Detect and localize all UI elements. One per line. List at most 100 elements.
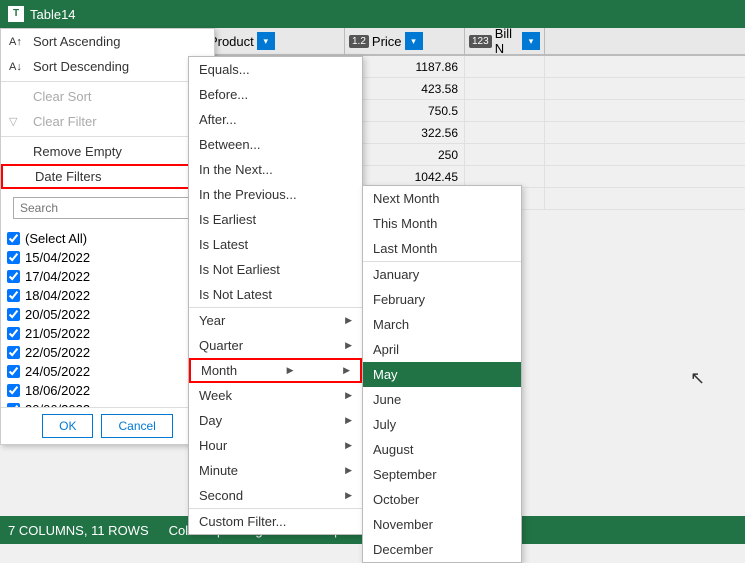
month-may-label: May xyxy=(373,367,398,382)
filter-week-label: Week xyxy=(199,388,232,403)
sort-ascending-label: Sort Ascending xyxy=(33,34,120,49)
checkbox-input[interactable] xyxy=(7,327,20,340)
month-april-label: April xyxy=(373,342,399,357)
filter-month-label: Month xyxy=(201,363,237,378)
checkbox-label: 18/04/2022 xyxy=(25,288,90,303)
month-june-label: June xyxy=(373,392,401,407)
checkbox-item[interactable]: 17/04/2022 xyxy=(7,267,208,286)
col-header-price[interactable]: 1.2 Price ▾ xyxy=(345,28,465,54)
month-next[interactable]: Next Month xyxy=(363,186,521,211)
checkbox-select-all-input[interactable] xyxy=(7,232,20,245)
month-august[interactable]: August xyxy=(363,437,521,462)
checkbox-item[interactable]: 22/05/2022 xyxy=(7,343,208,362)
month-november-label: November xyxy=(373,517,433,532)
checkbox-item[interactable]: 18/06/2022 xyxy=(7,381,208,400)
filter-is-not-latest[interactable]: Is Not Latest xyxy=(189,282,362,307)
month-june[interactable]: June xyxy=(363,387,521,412)
remove-empty-item[interactable]: Remove Empty xyxy=(1,139,214,164)
filter-in-next-label: In the Next... xyxy=(199,162,273,177)
checkbox-item[interactable]: 21/05/2022 xyxy=(7,324,208,343)
month-this[interactable]: This Month xyxy=(363,211,521,236)
filter-equals[interactable]: Equals... xyxy=(189,57,362,82)
filter-custom-label: Custom Filter... xyxy=(199,514,286,529)
filter-day[interactable]: Day xyxy=(189,408,362,433)
filter-menu: Equals... Before... After... Between... … xyxy=(188,56,363,535)
checkbox-input[interactable] xyxy=(7,308,20,321)
billn-dropdown-btn[interactable]: ▾ xyxy=(522,32,540,50)
filter-month[interactable]: Month ▶ xyxy=(189,358,362,383)
filter-quarter-label: Quarter xyxy=(199,338,243,353)
filter-in-prev[interactable]: In the Previous... xyxy=(189,182,362,207)
title-bar: T Table14 xyxy=(0,0,745,28)
filter-equals-label: Equals... xyxy=(199,62,250,77)
price-col-icon: 1.2 xyxy=(349,35,369,48)
filter-hour-label: Hour xyxy=(199,438,227,453)
checkbox-item[interactable]: 20/05/2022 xyxy=(7,305,208,324)
filter-year[interactable]: Year xyxy=(189,308,362,333)
month-submenu: Next Month This Month Last Month January… xyxy=(362,185,522,563)
month-january-label: January xyxy=(373,267,419,282)
checkbox-label: 15/04/2022 xyxy=(25,250,90,265)
month-this-label: This Month xyxy=(373,216,437,231)
month-october[interactable]: October xyxy=(363,487,521,512)
product-dropdown-btn[interactable]: ▾ xyxy=(257,32,275,50)
filter-in-next[interactable]: In the Next... xyxy=(189,157,362,182)
month-july[interactable]: July xyxy=(363,412,521,437)
checkbox-input[interactable] xyxy=(7,346,20,359)
checkbox-item[interactable]: 20/06/2022 xyxy=(7,400,208,407)
filter-minute[interactable]: Minute xyxy=(189,458,362,483)
filter-is-latest-label: Is Latest xyxy=(199,237,248,252)
checkbox-input[interactable] xyxy=(7,384,20,397)
clear-filter-item: ▽ Clear Filter xyxy=(1,109,214,134)
filter-second-label: Second xyxy=(199,488,243,503)
month-february[interactable]: February xyxy=(363,287,521,312)
filter-before[interactable]: Before... xyxy=(189,82,362,107)
filter-custom[interactable]: Custom Filter... xyxy=(189,509,362,534)
left-panel-dropdown: A↑ Sort Ascending A↓ Sort Descending Cle… xyxy=(0,28,215,445)
checkbox-input[interactable] xyxy=(7,365,20,378)
checkbox-input[interactable] xyxy=(7,251,20,264)
filter-between-label: Between... xyxy=(199,137,260,152)
cancel-button[interactable]: Cancel xyxy=(101,414,172,438)
month-september[interactable]: September xyxy=(363,462,521,487)
checkbox-input[interactable] xyxy=(7,289,20,302)
filter-is-earliest-label: Is Earliest xyxy=(199,212,256,227)
month-april[interactable]: April xyxy=(363,337,521,362)
filter-hour[interactable]: Hour xyxy=(189,433,362,458)
ok-button[interactable]: OK xyxy=(42,414,93,438)
checkbox-item[interactable]: 18/04/2022 xyxy=(7,286,208,305)
checkbox-input[interactable] xyxy=(7,270,20,283)
filter-after-label: After... xyxy=(199,112,237,127)
checkbox-item[interactable]: 15/04/2022 xyxy=(7,248,208,267)
filter-second[interactable]: Second xyxy=(189,483,362,508)
filter-is-not-earliest[interactable]: Is Not Earliest xyxy=(189,257,362,282)
checkbox-item[interactable]: 24/05/2022 xyxy=(7,362,208,381)
month-may[interactable]: May xyxy=(363,362,521,387)
filter-is-not-earliest-label: Is Not Earliest xyxy=(199,262,280,277)
filter-is-latest[interactable]: Is Latest xyxy=(189,232,362,257)
month-last[interactable]: Last Month xyxy=(363,236,521,261)
filter-minute-label: Minute xyxy=(199,463,238,478)
month-december[interactable]: December xyxy=(363,537,521,562)
sort-ascending-item[interactable]: A↑ Sort Ascending xyxy=(1,29,214,54)
col-header-billn[interactable]: 123 Bill N ▾ xyxy=(465,28,545,54)
date-filters-item[interactable]: Date Filters ▶ xyxy=(1,164,214,189)
month-july-label: July xyxy=(373,417,396,432)
checkbox-input[interactable] xyxy=(7,403,20,407)
filter-between[interactable]: Between... xyxy=(189,132,362,157)
date-filters-label: Date Filters xyxy=(35,169,191,184)
filter-is-earliest[interactable]: Is Earliest xyxy=(189,207,362,232)
price-dropdown-btn[interactable]: ▾ xyxy=(405,32,423,50)
month-march-label: March xyxy=(373,317,409,332)
month-january[interactable]: January xyxy=(363,262,521,287)
sort-descending-item[interactable]: A↓ Sort Descending xyxy=(1,54,214,79)
filter-quarter[interactable]: Quarter xyxy=(189,333,362,358)
search-input[interactable] xyxy=(13,197,202,219)
checkbox-select-all[interactable]: (Select All) xyxy=(7,229,208,248)
checkbox-label: 21/05/2022 xyxy=(25,326,90,341)
month-november[interactable]: November xyxy=(363,512,521,537)
filter-after[interactable]: After... xyxy=(189,107,362,132)
month-march[interactable]: March xyxy=(363,312,521,337)
filter-before-label: Before... xyxy=(199,87,248,102)
filter-week[interactable]: Week xyxy=(189,383,362,408)
